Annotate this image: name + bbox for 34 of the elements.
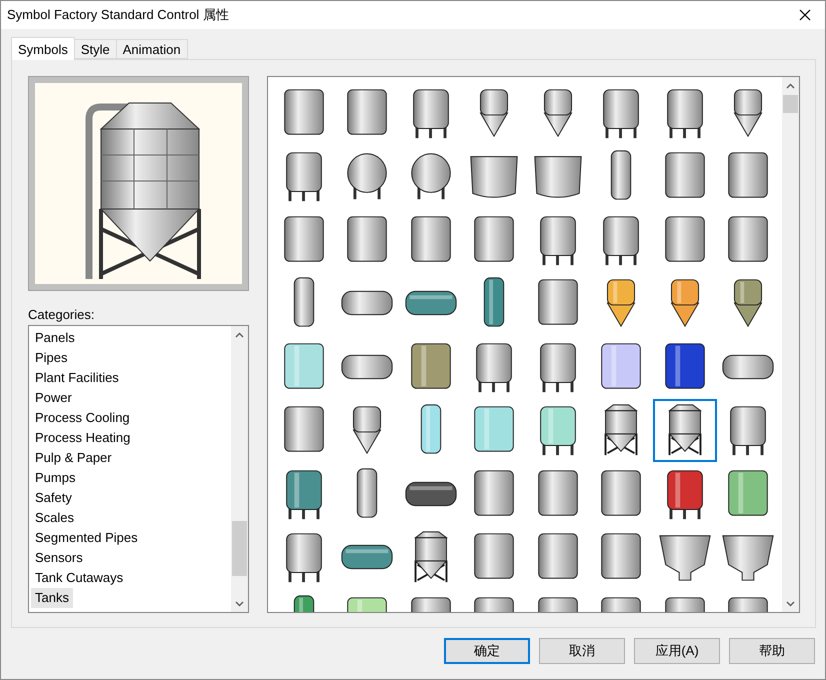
- category-item[interactable]: Process Cooling: [31, 408, 134, 428]
- category-item[interactable]: Safety: [31, 488, 76, 508]
- chevron-up-icon: [786, 82, 795, 88]
- category-item[interactable]: Scales: [31, 508, 78, 528]
- category-item[interactable]: Segmented Pipes: [31, 528, 142, 548]
- category-item[interactable]: Panels: [31, 328, 79, 348]
- category-item[interactable]: Tank Cutaways: [31, 568, 128, 588]
- categories-list[interactable]: Panels Pipes Plant Facilities Power Process Cooling Process Heating Pulp & Paper Pumps Safety Scales Segmented Pipes Sensors Tank Cutaways Tanks: [28, 325, 249, 613]
- category-item[interactable]: Sensors: [31, 548, 87, 568]
- chevron-up-icon: [235, 332, 244, 338]
- category-item[interactable]: Process Heating: [31, 428, 134, 448]
- category-item[interactable]: Pumps: [31, 468, 80, 488]
- category-item[interactable]: Pulp & Paper: [31, 448, 116, 468]
- scrollbar-thumb[interactable]: [783, 95, 798, 113]
- dialog-button[interactable]: 取消: [539, 638, 625, 664]
- category-item[interactable]: Power: [31, 388, 76, 408]
- symbol-item[interactable]: [653, 398, 716, 462]
- scrollbar-thumb[interactable]: [232, 521, 247, 576]
- chevron-down-icon: [235, 600, 244, 606]
- category-item[interactable]: Pipes: [31, 348, 72, 368]
- scrollbar[interactable]: [231, 326, 248, 612]
- dialog-button[interactable]: 应用(A): [634, 638, 720, 664]
- category-item[interactable]: Plant Facilities: [31, 368, 123, 388]
- scrollbar[interactable]: [782, 77, 799, 612]
- tab[interactable]: Animation: [116, 39, 188, 59]
- close-icon: [799, 9, 811, 21]
- dialog-button[interactable]: 帮助: [729, 638, 815, 664]
- tab[interactable]: Style: [74, 39, 117, 59]
- dialog-button[interactable]: 确定: [444, 638, 530, 664]
- categories-label: Categories:: [28, 306, 96, 324]
- category-item[interactable]: Tanks: [31, 588, 73, 608]
- tab[interactable]: Symbols: [11, 37, 75, 60]
- window-title: Symbol Factory Standard Control 属性: [7, 6, 229, 24]
- chevron-down-icon: [786, 600, 795, 606]
